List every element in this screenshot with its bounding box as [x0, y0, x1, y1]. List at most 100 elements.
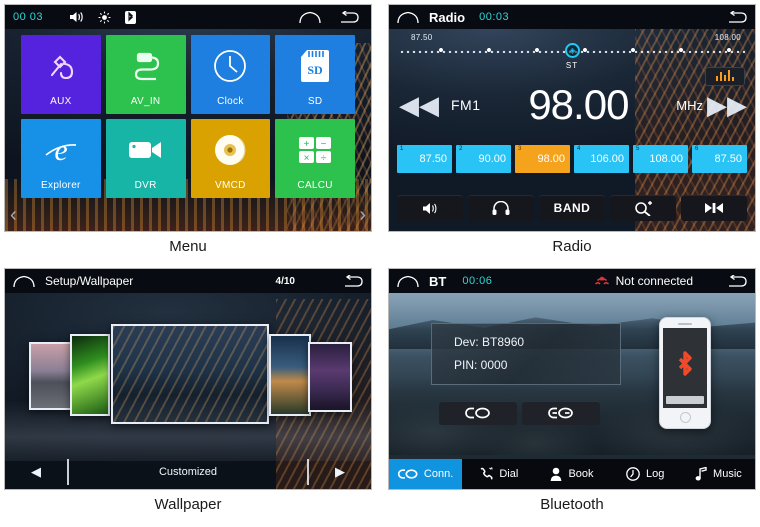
connect-button[interactable]: [439, 401, 517, 425]
disconnected-icon: [594, 276, 610, 287]
tile-label: Clock: [217, 96, 244, 107]
home-icon[interactable]: [13, 275, 35, 288]
preset-value: 90.00: [478, 153, 506, 165]
preset-button-active[interactable]: 3 98.00: [515, 145, 570, 173]
home-icon[interactable]: [397, 11, 419, 24]
aux-plug-icon: [21, 35, 101, 96]
preset-value: 98.00: [537, 153, 565, 165]
tile-av-in[interactable]: AV_IN: [105, 35, 186, 114]
search-plus-button[interactable]: [610, 195, 676, 221]
calculator-icon: + − × ÷: [275, 119, 355, 180]
tab-label: Dial: [499, 468, 519, 480]
caption-bluetooth: Bluetooth: [540, 496, 604, 513]
caption-radio: Radio: [552, 238, 592, 255]
scale-min-label: 87.50: [411, 33, 433, 42]
preset-button[interactable]: 2 90.00: [456, 145, 511, 173]
frequency-scale[interactable]: 87.50 108.00 ◈: [399, 33, 745, 59]
page-indicator: 4/10: [275, 275, 295, 287]
preset-button[interactable]: 1 87.50: [397, 145, 452, 173]
preset-number: 4: [577, 146, 581, 152]
menu-prev-arrow[interactable]: ‹: [10, 205, 17, 225]
preset-button[interactable]: 5 108.00: [633, 145, 688, 173]
radio-screen: Radio 00:03 87.50 108.00 ◈ ST ◀◀ FM1 98.…: [388, 4, 756, 232]
tile-label: AUX: [50, 96, 72, 107]
preset-number: 5: [636, 146, 640, 152]
tile-explorer[interactable]: e Explorer: [21, 119, 101, 198]
status-icon-group: [69, 10, 137, 24]
phone-screen-bar: [666, 396, 704, 404]
back-icon[interactable]: [343, 273, 363, 288]
wallpaper-thumbnail[interactable]: [29, 342, 73, 410]
wallpaper-next-button[interactable]: ▶: [309, 464, 371, 480]
statusbar-nav-group: [299, 9, 363, 24]
tile-label: VMCD: [215, 180, 246, 191]
svg-text:e: e: [54, 134, 67, 167]
tile-vmcd[interactable]: VMCD: [190, 119, 271, 198]
tab-label: Music: [713, 468, 742, 480]
wallpaper-thumbnail-selected[interactable]: [111, 324, 269, 424]
band-button[interactable]: BAND: [539, 195, 605, 221]
screen-title: Setup/Wallpaper: [45, 274, 134, 288]
wallpaper-mode-label[interactable]: Customized: [69, 466, 307, 478]
bluetooth-icon[interactable]: [125, 10, 137, 24]
clock-time: 00 03: [13, 11, 44, 23]
tab-dial[interactable]: Dial: [462, 459, 535, 489]
preset-button[interactable]: 6 87.50: [692, 145, 747, 173]
caption-menu: Menu: [169, 238, 207, 255]
current-frequency: 98.00: [528, 81, 629, 128]
back-icon[interactable]: [727, 273, 747, 288]
tile-label: Explorer: [41, 180, 81, 191]
volume-button[interactable]: [397, 195, 463, 221]
device-name-line: Dev: BT8960: [454, 335, 525, 349]
headphone-button[interactable]: [468, 195, 534, 221]
volume-icon[interactable]: [69, 11, 84, 23]
wallpaper-prev-button[interactable]: ◀: [5, 464, 67, 480]
tile-aux[interactable]: AUX: [21, 35, 101, 114]
disconnect-button[interactable]: [522, 401, 600, 425]
svg-text:÷: ÷: [321, 153, 327, 164]
menu-screen: 00 03 AUX AV_IN Clock SD SD e Explorer D…: [4, 4, 372, 232]
preset-button[interactable]: 4 106.00: [574, 145, 629, 173]
forward-icon[interactable]: ▶▶: [707, 92, 747, 118]
speaker-icon: [422, 202, 439, 215]
tuner-handle[interactable]: ◈: [565, 43, 580, 58]
tile-clock[interactable]: Clock: [190, 35, 271, 114]
tile-calcu[interactable]: + − × ÷ CALCU: [275, 119, 355, 198]
preset-value: 106.00: [590, 153, 624, 165]
wallpaper-thumbnail[interactable]: [308, 342, 352, 412]
home-icon[interactable]: [299, 11, 321, 24]
svg-text:×: ×: [304, 153, 310, 164]
preset-number: 3: [518, 146, 522, 152]
wallpaper-thumbnail[interactable]: [70, 334, 110, 416]
scan-button[interactable]: [681, 195, 747, 221]
camcorder-icon: [106, 119, 186, 180]
tab-conn[interactable]: Conn.: [389, 459, 463, 489]
wallpaper-statusbar: Setup/Wallpaper 4/10: [5, 269, 371, 293]
preset-number: 1: [400, 146, 404, 152]
tab-book[interactable]: Book: [535, 459, 608, 489]
bluetooth-screen: BT 00:06 Not connected Dev: BT8960 PIN: …: [388, 268, 756, 490]
bluetooth-phone-icon: [673, 348, 697, 388]
connection-status-badge: Not connected: [594, 274, 693, 288]
menu-statusbar: 00 03: [5, 5, 371, 29]
back-icon[interactable]: [339, 9, 359, 24]
preset-number: 6: [695, 146, 699, 152]
tab-log[interactable]: Log: [609, 459, 682, 489]
tab-music[interactable]: Music: [682, 459, 755, 489]
wallpaper-thumbnail[interactable]: [269, 334, 311, 416]
tile-sd[interactable]: SD SD: [275, 35, 355, 114]
scan-icon: [704, 202, 724, 214]
frequency-unit: MHz: [676, 97, 703, 113]
brightness-icon[interactable]: [98, 11, 111, 24]
equalizer-icon[interactable]: [705, 67, 745, 86]
panel-bluetooth: BT 00:06 Not connected Dev: BT8960 PIN: …: [388, 268, 756, 513]
menu-next-arrow[interactable]: ›: [359, 205, 366, 225]
rewind-icon[interactable]: ◀◀: [399, 92, 439, 118]
tab-label: Log: [646, 468, 665, 480]
thumbnail-detail: [113, 326, 267, 422]
tab-label: Conn.: [423, 468, 454, 480]
home-icon[interactable]: [397, 275, 419, 288]
wallpaper-carousel[interactable]: [5, 324, 371, 434]
tile-dvr[interactable]: DVR: [105, 119, 186, 198]
back-icon[interactable]: [727, 9, 747, 24]
